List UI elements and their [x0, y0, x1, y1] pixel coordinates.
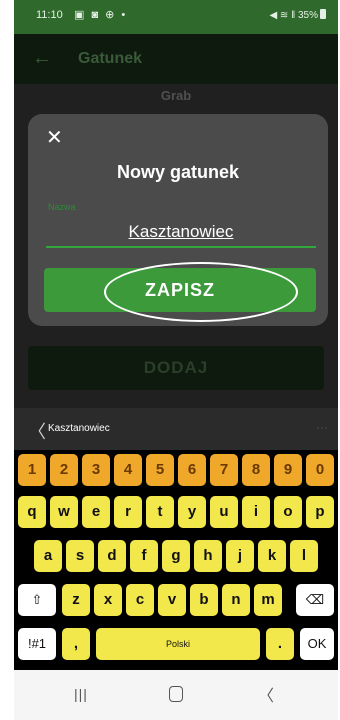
number-row: 1234567890: [14, 454, 338, 488]
key-i[interactable]: i: [242, 496, 270, 528]
key-h[interactable]: h: [194, 540, 222, 572]
notification-icons: ▣ ◙ ⊕ •: [74, 9, 128, 21]
key-v[interactable]: v: [158, 584, 186, 616]
comma-key[interactable]: ,: [62, 628, 90, 660]
app-bar: ← Gatunek: [14, 34, 338, 84]
symbols-key[interactable]: !#1: [18, 628, 56, 660]
key-m[interactable]: m: [254, 584, 282, 616]
key-f[interactable]: f: [130, 540, 158, 572]
status-time: 11:10: [36, 9, 63, 21]
ok-key[interactable]: OK: [300, 628, 334, 660]
period-key[interactable]: .: [266, 628, 294, 660]
key-p[interactable]: p: [306, 496, 334, 528]
name-field-label: Nazwa: [48, 202, 76, 212]
suggestion-word[interactable]: Kasztanowiec: [48, 423, 110, 434]
navigation-bar: ||| 〈: [14, 670, 338, 720]
key-o[interactable]: o: [274, 496, 302, 528]
key-d[interactable]: d: [98, 540, 126, 572]
backspace-key[interactable]: ⌫: [296, 584, 334, 616]
battery-icon: [320, 9, 326, 19]
key-6[interactable]: 6: [178, 454, 206, 486]
close-icon[interactable]: ✕: [46, 128, 63, 148]
key-a[interactable]: a: [34, 540, 62, 572]
key-8[interactable]: 8: [242, 454, 270, 486]
key-u[interactable]: u: [210, 496, 238, 528]
key-4[interactable]: 4: [114, 454, 142, 486]
shift-key[interactable]: ⇧: [18, 584, 56, 616]
key-r[interactable]: r: [114, 496, 142, 528]
key-z[interactable]: z: [62, 584, 90, 616]
key-1[interactable]: 1: [18, 454, 46, 486]
page-title: Gatunek: [78, 50, 143, 67]
key-b[interactable]: b: [190, 584, 218, 616]
key-e[interactable]: e: [82, 496, 110, 528]
name-field-value: Kasztanowiec: [128, 222, 234, 241]
letter-row-3: ⇧ ⌫ zxcvbnm: [14, 584, 338, 618]
key-n[interactable]: n: [222, 584, 250, 616]
key-x[interactable]: x: [94, 584, 122, 616]
key-l[interactable]: l: [290, 540, 318, 572]
status-bar: 11:10 ▣ ◙ ⊕ • ◀ ≋ ‖ 35%: [14, 0, 338, 34]
bottom-row: !#1 , Polski . OK: [14, 628, 338, 662]
suggestion-back-icon[interactable]: 〈: [28, 418, 46, 444]
status-indicators: ◀ ≋ ‖ 35%: [269, 10, 318, 21]
key-5[interactable]: 5: [146, 454, 174, 486]
key-k[interactable]: k: [258, 540, 286, 572]
status-right: ◀ ≋ ‖ 35%: [269, 9, 326, 21]
key-c[interactable]: c: [126, 584, 154, 616]
key-y[interactable]: y: [178, 496, 206, 528]
highlight-circle: [104, 262, 298, 322]
letter-row-1: qwertyuiop: [14, 496, 338, 530]
recents-icon[interactable]: |||: [74, 686, 88, 702]
more-options-icon[interactable]: ···: [316, 420, 328, 434]
key-3[interactable]: 3: [82, 454, 110, 486]
key-0[interactable]: 0: [306, 454, 334, 486]
keyboard-suggestion-bar: 〈 Kasztanowiec ···: [14, 408, 338, 450]
letter-row-2: asdfghjkl: [14, 540, 338, 574]
key-w[interactable]: w: [50, 496, 78, 528]
phone-screen: 11:10 ▣ ◙ ⊕ • ◀ ≋ ‖ 35% ← Gatunek Grab D…: [14, 0, 338, 720]
key-j[interactable]: j: [226, 540, 254, 572]
keyboard: 1234567890 qwertyuiop asdfghjkl ⇧ ⌫ zxcv…: [14, 450, 338, 670]
species-list-item: Grab: [160, 88, 192, 103]
back-arrow-icon[interactable]: ←: [32, 47, 52, 70]
add-button[interactable]: DODAJ: [28, 346, 324, 390]
name-field[interactable]: Kasztanowiec: [46, 218, 316, 248]
key-s[interactable]: s: [66, 540, 94, 572]
key-g[interactable]: g: [162, 540, 190, 572]
dialog-title: Nowy gatunek: [116, 162, 240, 182]
key-9[interactable]: 9: [274, 454, 302, 486]
key-t[interactable]: t: [146, 496, 174, 528]
space-key[interactable]: Polski: [96, 628, 260, 660]
home-icon[interactable]: [169, 686, 183, 702]
key-7[interactable]: 7: [210, 454, 238, 486]
nav-back-icon[interactable]: 〈: [258, 682, 274, 706]
key-2[interactable]: 2: [50, 454, 78, 486]
key-q[interactable]: q: [18, 496, 46, 528]
